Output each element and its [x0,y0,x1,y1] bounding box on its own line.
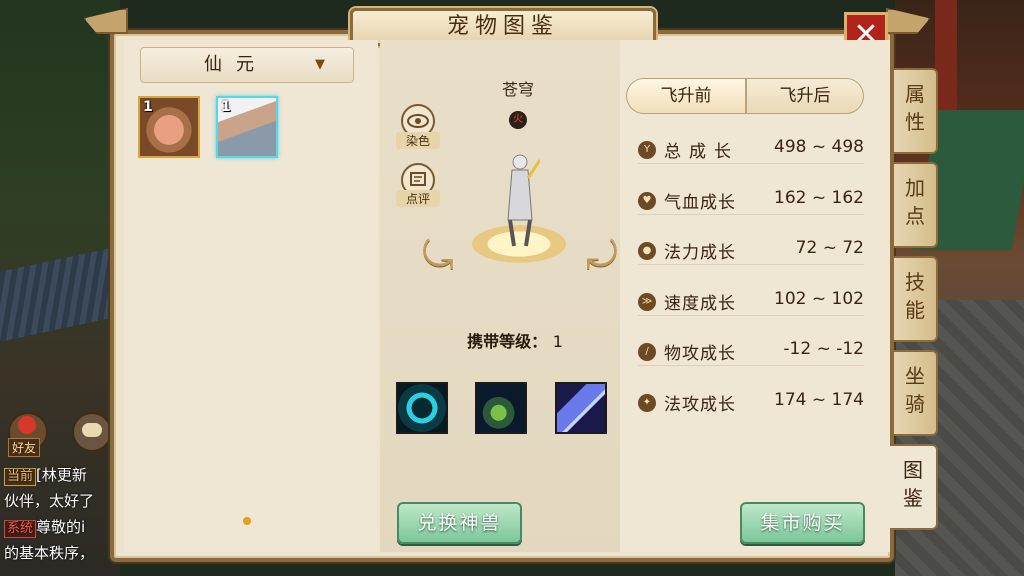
triangle-down-icon: ▼ [315,57,325,72]
tab-label: 图鉴 [903,458,923,510]
element-badge: 火 [509,111,527,129]
stat-row-magic-attack: ✦ 法攻成长 174 ~ 174 [638,386,864,418]
stat-label: 物攻成长 [664,344,736,364]
stat-divider [638,315,864,316]
tab-label: 坐骑 [905,364,925,416]
chat-line: 系统 尊敬的i [4,514,120,540]
chat-shortcuts: 好友 [4,412,114,462]
skill-icon-claw[interactable] [555,382,607,434]
carry-level: 携带等级： 1 [420,328,610,352]
stat-row-hp: ♥ 气血成长 162 ~ 162 [638,184,864,216]
comment-label: 点评 [396,190,440,207]
tab-label: 属性 [905,82,925,134]
category-dropdown[interactable]: 仙元 ▼ [140,47,354,83]
carry-level-label: 携带等级： [467,332,548,351]
pet-model [507,154,540,247]
chat-line: 的基本秩序， [4,544,95,562]
stat-value: 498 ~ 498 [774,137,864,157]
pet-card-fairy-selected[interactable]: 1 [216,96,278,158]
stat-label: 速度成长 [664,294,736,314]
chat-line: 当前 [林更新 [4,462,120,488]
rotate-right-button[interactable]: ⤾ [582,232,622,278]
pet-level: 1 [143,99,153,115]
carry-level-value: 1 [552,332,563,351]
tab-skills[interactable]: 技能 [894,256,938,342]
pet-name: 苍穹 [501,80,534,99]
category-dropdown-value: 仙元 [204,54,268,75]
stat-label: 总成长 [664,142,739,162]
skill-icon-burst[interactable] [475,382,527,434]
background-roof [0,248,110,342]
stat-divider [638,214,864,215]
tab-label: 技能 [905,270,925,322]
chat-log[interactable]: 当前 [林更新 伙伴，太好了 系统 尊敬的i 的基本秩序， [4,462,120,566]
mp-growth-icon: ● [638,242,656,260]
pet-level: 1 [221,99,231,115]
tab-label: 加点 [905,176,925,228]
rotate-left-button[interactable]: ⤿ [418,232,458,278]
stat-label: 气血成长 [664,193,736,213]
hp-growth-icon: ♥ [638,192,656,210]
dye-label: 染色 [396,132,440,149]
magic-attack-growth-icon: ✦ [638,394,656,412]
chat-text: [林更新 [36,466,87,484]
stat-value: 102 ~ 102 [774,289,864,309]
chat-button[interactable] [72,412,112,452]
stat-divider [638,163,864,164]
stat-value: 72 ~ 72 [795,238,864,258]
tab-before-ascension[interactable]: 飞升前 [626,78,746,114]
stat-row-physical-attack: / 物攻成长 -12 ~ -12 [638,335,864,367]
stat-label: 法攻成长 [664,395,736,415]
friends-label: 好友 [8,438,41,457]
stat-row-total: Y 总成长 498 ~ 498 [638,133,864,165]
physical-attack-growth-icon: / [638,343,656,361]
tab-add-points[interactable]: 加点 [894,162,938,248]
stat-label: 法力成长 [664,243,736,263]
page-indicator-dot [243,517,251,525]
stat-value: -12 ~ -12 [783,339,864,359]
speech-bubble-icon [82,423,102,437]
tab-attributes[interactable]: 属性 [894,68,938,154]
speed-growth-icon: ≫ [638,293,656,311]
tab-after-ascension[interactable]: 飞升后 [746,78,864,114]
tab-mount[interactable]: 坐骑 [894,350,938,436]
chat-line: 伙伴，太好了 [4,492,95,510]
friends-icon [18,416,36,434]
channel-tag-current: 当前 [4,468,37,486]
exchange-divine-beast-button[interactable]: 兑换神兽 [397,502,522,544]
chat-text: 尊敬的i [36,518,86,536]
skill-icon-ring[interactable] [396,382,448,434]
stat-value: 174 ~ 174 [774,390,864,410]
window-title: 宠物图鉴 [446,14,559,39]
stat-row-mp: ● 法力成长 72 ~ 72 [638,234,864,266]
stat-divider [638,264,864,265]
pet-card-pig[interactable]: 1 [138,96,200,158]
channel-tag-system: 系统 [4,520,37,538]
total-growth-icon: Y [638,141,656,159]
stat-value: 162 ~ 162 [774,188,864,208]
tab-codex[interactable]: 图鉴 [890,444,938,530]
market-purchase-button[interactable]: 集市购买 [740,502,865,544]
stat-divider [638,365,864,366]
stat-row-speed: ≫ 速度成长 102 ~ 102 [638,285,864,317]
